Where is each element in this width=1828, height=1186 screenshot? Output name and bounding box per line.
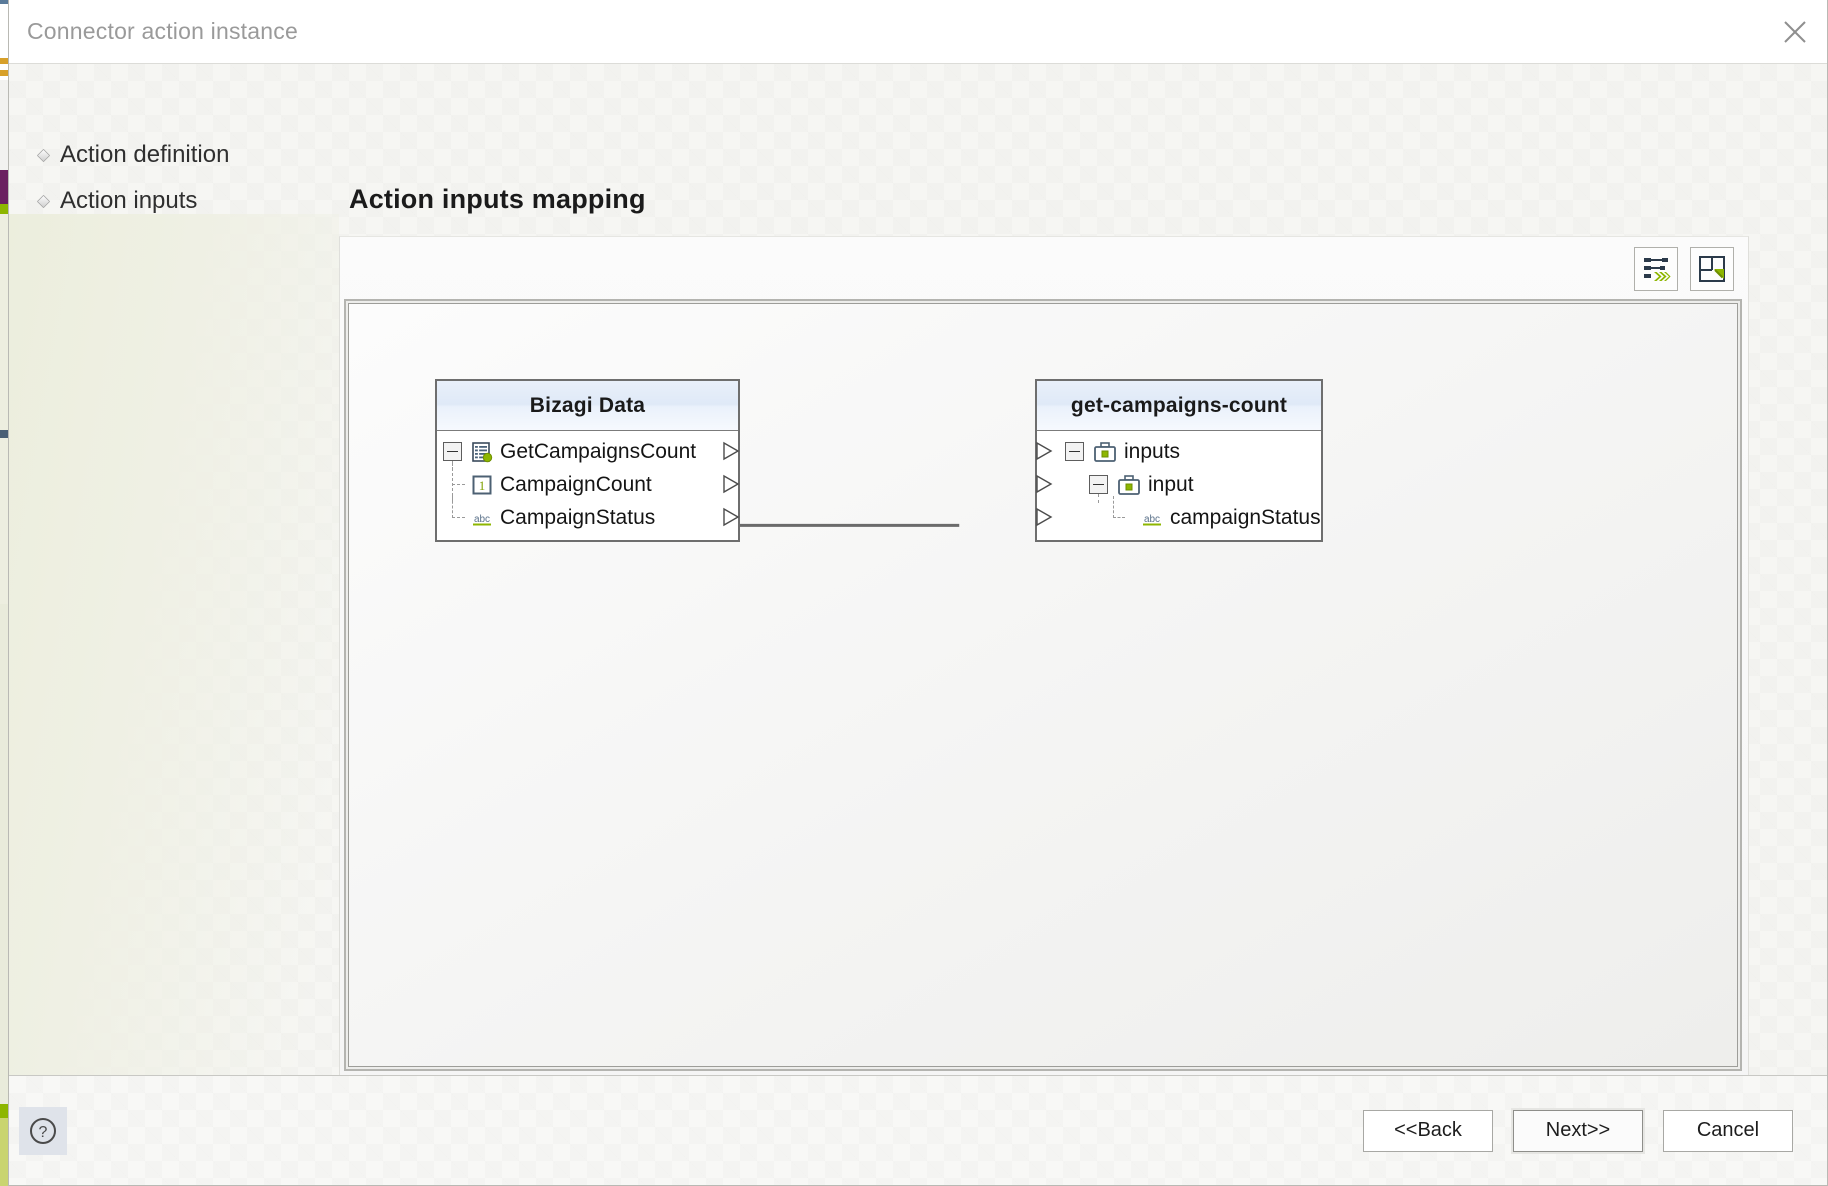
abc-icon: abc [1141,507,1163,529]
connector-action-instance-dialog: Connector action instance Action definit… [8,0,1828,1186]
sidebar-item-label: Action definition [60,141,229,169]
target-port-icon[interactable] [1035,474,1053,494]
collapse-toggle-icon[interactable] [1065,442,1084,461]
tree-node-label: CampaignStatus [500,506,655,530]
mapping-canvas[interactable]: Bizagi Data [348,303,1738,1067]
page-title: Action inputs mapping [349,184,646,215]
mapping-panel: Bizagi Data [339,236,1749,1075]
diamond-bullet-icon [37,195,50,208]
collapse-expand-icon[interactable] [1690,247,1734,291]
svg-text:1: 1 [479,478,486,493]
cancel-button[interactable]: Cancel [1663,1110,1793,1152]
target-mapping-box[interactable]: get-campaigns-count [1035,379,1323,542]
tree-node-campaignstatus-target[interactable]: abc campaignStatus [1037,501,1321,534]
wizard-step-list: Action definition Action inputs [9,64,339,1075]
tree-node-getcampaignscount[interactable]: GetCampaignsCount [437,435,738,468]
tree-node-input[interactable]: input [1037,468,1321,501]
dialog-body: Action definition Action inputs Action i… [9,64,1827,1075]
briefcase-icon [1093,441,1117,463]
back-button[interactable]: <<Back [1363,1110,1493,1152]
sidebar-item-label: Action inputs [60,187,197,215]
abc-icon: abc [471,507,493,529]
target-port-icon[interactable] [1035,441,1053,461]
diamond-bullet-icon [37,149,50,162]
source-box-title: Bizagi Data [437,381,738,431]
next-button[interactable]: Next>> [1513,1110,1643,1152]
background-window-strip [0,0,8,1186]
entity-icon [471,441,493,463]
help-icon[interactable]: ? [19,1107,67,1155]
source-node-list: GetCampaignsCount [437,431,738,540]
dialog-titlebar: Connector action instance [9,0,1827,64]
target-port-icon[interactable] [1035,507,1053,527]
source-port-icon[interactable] [722,507,740,527]
source-port-icon[interactable] [722,441,740,461]
tree-node-campaigncount[interactable]: 1 CampaignCount [437,468,738,501]
number-icon: 1 [471,474,493,496]
tree-node-campaignstatus[interactable]: abc CampaignStatus [437,501,738,534]
source-port-icon[interactable] [722,474,740,494]
collapse-toggle-icon[interactable] [1089,475,1108,494]
sidebar-item-action-inputs[interactable]: Action inputs [9,178,339,224]
main-content: Action inputs mapping [339,64,1827,1075]
mapping-toolbar [1634,247,1734,291]
svg-text:?: ? [39,1124,48,1141]
auto-map-icon[interactable] [1634,247,1678,291]
tree-node-label: inputs [1124,440,1180,464]
tree-node-inputs[interactable]: inputs [1037,435,1321,468]
svg-text:abc: abc [474,514,490,525]
source-mapping-box[interactable]: Bizagi Data [435,379,740,542]
target-node-list: inputs [1037,431,1321,540]
mapping-canvas-frame: Bizagi Data [344,299,1742,1071]
briefcase-icon [1117,474,1141,496]
dialog-title: Connector action instance [27,18,298,45]
tree-node-label: CampaignCount [500,473,652,497]
svg-text:abc: abc [1144,514,1160,525]
sidebar-item-action-definition[interactable]: Action definition [9,132,339,178]
close-icon[interactable] [1763,0,1827,63]
tree-node-label: GetCampaignsCount [500,440,696,464]
target-box-title: get-campaigns-count [1037,381,1321,431]
footer-button-group: <<Back Next>> Cancel [1363,1110,1793,1152]
tree-node-label: campaignStatus [1170,506,1321,530]
tree-node-label: input [1148,473,1194,497]
dialog-footer: ? <<Back Next>> Cancel [9,1075,1827,1185]
collapse-toggle-icon[interactable] [443,442,462,461]
